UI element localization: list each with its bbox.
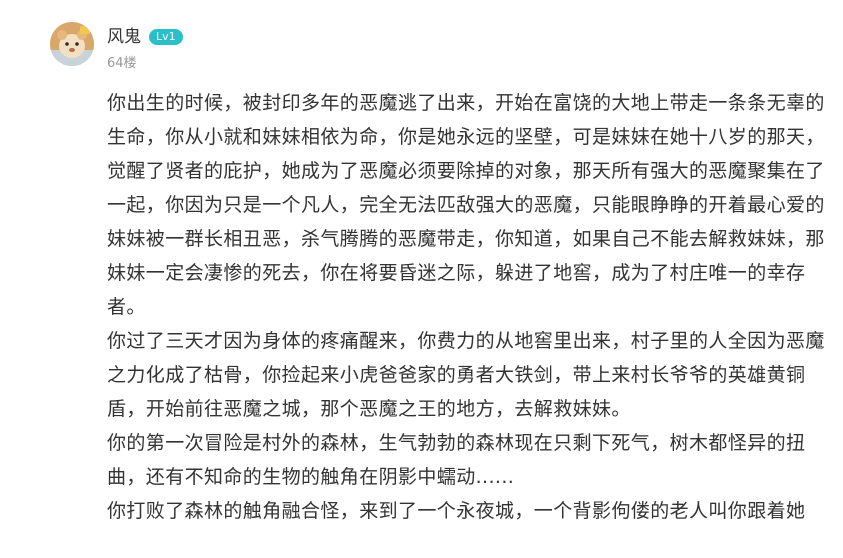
floor-number: 64楼: [107, 56, 137, 71]
level-badge: Lv1: [149, 29, 183, 45]
content-line: 妹妹被一群长相丑恶，杀气腾腾的恶魔带走，你知道，如果自己不能去解救妹妹，那: [107, 228, 825, 250]
content-line: 你的第一次冒险是村外的森林，生气勃勃的森林现在只剩下死气，树木都怪异的扭: [107, 432, 806, 454]
avatar-image: [50, 22, 94, 66]
content-line: 妹妹一定会凄惨的死去，你在将要昏迷之际，躲进了地窖，成为了村庄唯一的幸存: [107, 262, 806, 284]
content-line: 生命，你从小就和妹妹相依为命，你是她永远的坚壁，可是妹妹在她十八岁的那天，: [107, 126, 825, 148]
content-line: 一起，你因为只是一个凡人，完全无法匹敌强大的恶魔，只能眼睁睁的开着最心爱的: [107, 194, 825, 216]
content-line: 盾，开始前往恶魔之城，那个恶魔之王的地方，去解救妹妹。: [107, 398, 631, 420]
content-line: 你打败了森林的触角融合怪，来到了一个永夜城，一个背影佝偻的老人叫你跟着她: [107, 500, 806, 522]
post-content: 你出生的时候，被封印多年的恶魔逃了出来，开始在富饶的大地上带走一条条无辜的 生命…: [107, 86, 843, 558]
content-line: 之力化成了枯骨，你捡起来小虎爸爸家的勇者大铁剑，带上来村长爷爷的英雄黄铜: [107, 364, 806, 386]
author-info: 风鬼 Lv1: [107, 26, 183, 48]
content-line: 者。: [107, 296, 146, 318]
content-line: 曲，还有不知命的生物的触角在阴影中蠕动......: [107, 466, 515, 488]
author-name[interactable]: 风鬼: [107, 26, 141, 48]
forum-reply-post: 风鬼 Lv1 64楼 你出生的时候，被封印多年的恶魔逃了出来，开始在富饶的大地上…: [0, 0, 843, 558]
content-line: 觉醒了贤者的庇护，她成为了恶魔必须要除掉的对象，那天所有强大的恶魔聚集在了: [107, 160, 825, 182]
content-line: 你出生的时候，被封印多年的恶魔逃了出来，开始在富饶的大地上带走一条条无辜的: [107, 92, 825, 114]
content-line: 你过了三天才因为身体的疼痛醒来，你费力的从地窖里出来，村子里的人全因为恶魔: [107, 330, 825, 352]
user-avatar[interactable]: [50, 22, 94, 66]
